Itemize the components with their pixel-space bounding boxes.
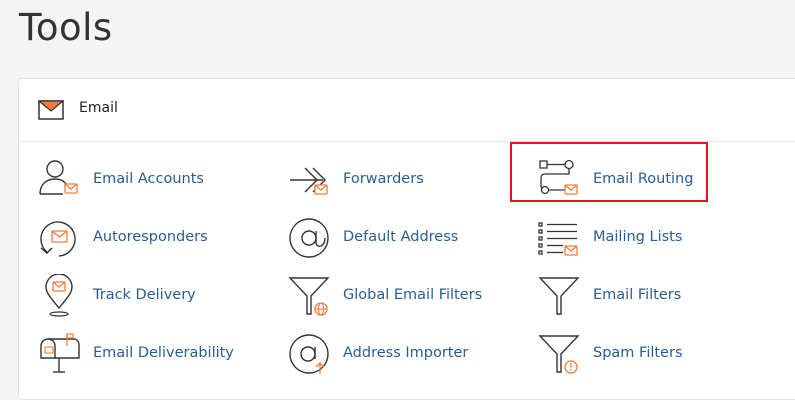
email-routing-link[interactable]: Email Routing bbox=[537, 158, 777, 202]
forward-arrow-icon bbox=[290, 167, 328, 195]
email-deliverability-link[interactable]: Email Deliverability bbox=[37, 332, 277, 376]
envelope-icon bbox=[38, 100, 64, 120]
forwarders-link[interactable]: Forwarders bbox=[287, 158, 527, 202]
item-label: Global Email Filters bbox=[343, 287, 483, 303]
page-title: Tools bbox=[19, 6, 113, 49]
item-label: Address Importer bbox=[343, 345, 469, 361]
track-delivery-link[interactable]: Track Delivery bbox=[37, 274, 277, 318]
spam-filters-link[interactable]: Spam Filters bbox=[537, 332, 777, 376]
item-label: Email Accounts bbox=[93, 171, 204, 187]
item-label: Email Filters bbox=[593, 287, 682, 303]
address-importer-link[interactable]: Address Importer bbox=[287, 332, 527, 376]
mailbox-icon bbox=[40, 333, 80, 373]
mailing-list-icon bbox=[538, 222, 578, 256]
item-label: Track Delivery bbox=[93, 287, 196, 303]
email-panel-header[interactable]: Email bbox=[19, 79, 795, 142]
at-sign-icon bbox=[289, 218, 329, 258]
section-title: Email bbox=[79, 100, 118, 116]
item-label: Default Address bbox=[343, 229, 459, 245]
global-email-filters-link[interactable]: Global Email Filters bbox=[287, 274, 527, 318]
item-label: Mailing Lists bbox=[593, 229, 683, 245]
user-envelope-icon bbox=[39, 160, 78, 195]
funnel-clock-icon bbox=[538, 335, 580, 374]
email-accounts-link[interactable]: Email Accounts bbox=[37, 158, 277, 202]
routing-icon bbox=[539, 159, 578, 195]
item-label: Forwarders bbox=[343, 171, 424, 187]
autoresponders-link[interactable]: Autoresponders bbox=[37, 216, 277, 260]
funnel-icon bbox=[538, 277, 580, 315]
email-filters-link[interactable]: Email Filters bbox=[537, 274, 777, 318]
item-label: Email Routing bbox=[593, 171, 694, 187]
item-label: Autoresponders bbox=[93, 229, 208, 245]
item-label: Email Deliverability bbox=[93, 345, 234, 361]
location-pin-icon bbox=[45, 274, 73, 317]
default-address-link[interactable]: Default Address bbox=[287, 216, 527, 260]
mailing-lists-link[interactable]: Mailing Lists bbox=[537, 216, 777, 260]
autoresponder-icon bbox=[40, 221, 76, 257]
at-import-icon bbox=[289, 334, 329, 374]
item-label: Spam Filters bbox=[593, 345, 683, 361]
funnel-globe-icon bbox=[288, 277, 330, 316]
